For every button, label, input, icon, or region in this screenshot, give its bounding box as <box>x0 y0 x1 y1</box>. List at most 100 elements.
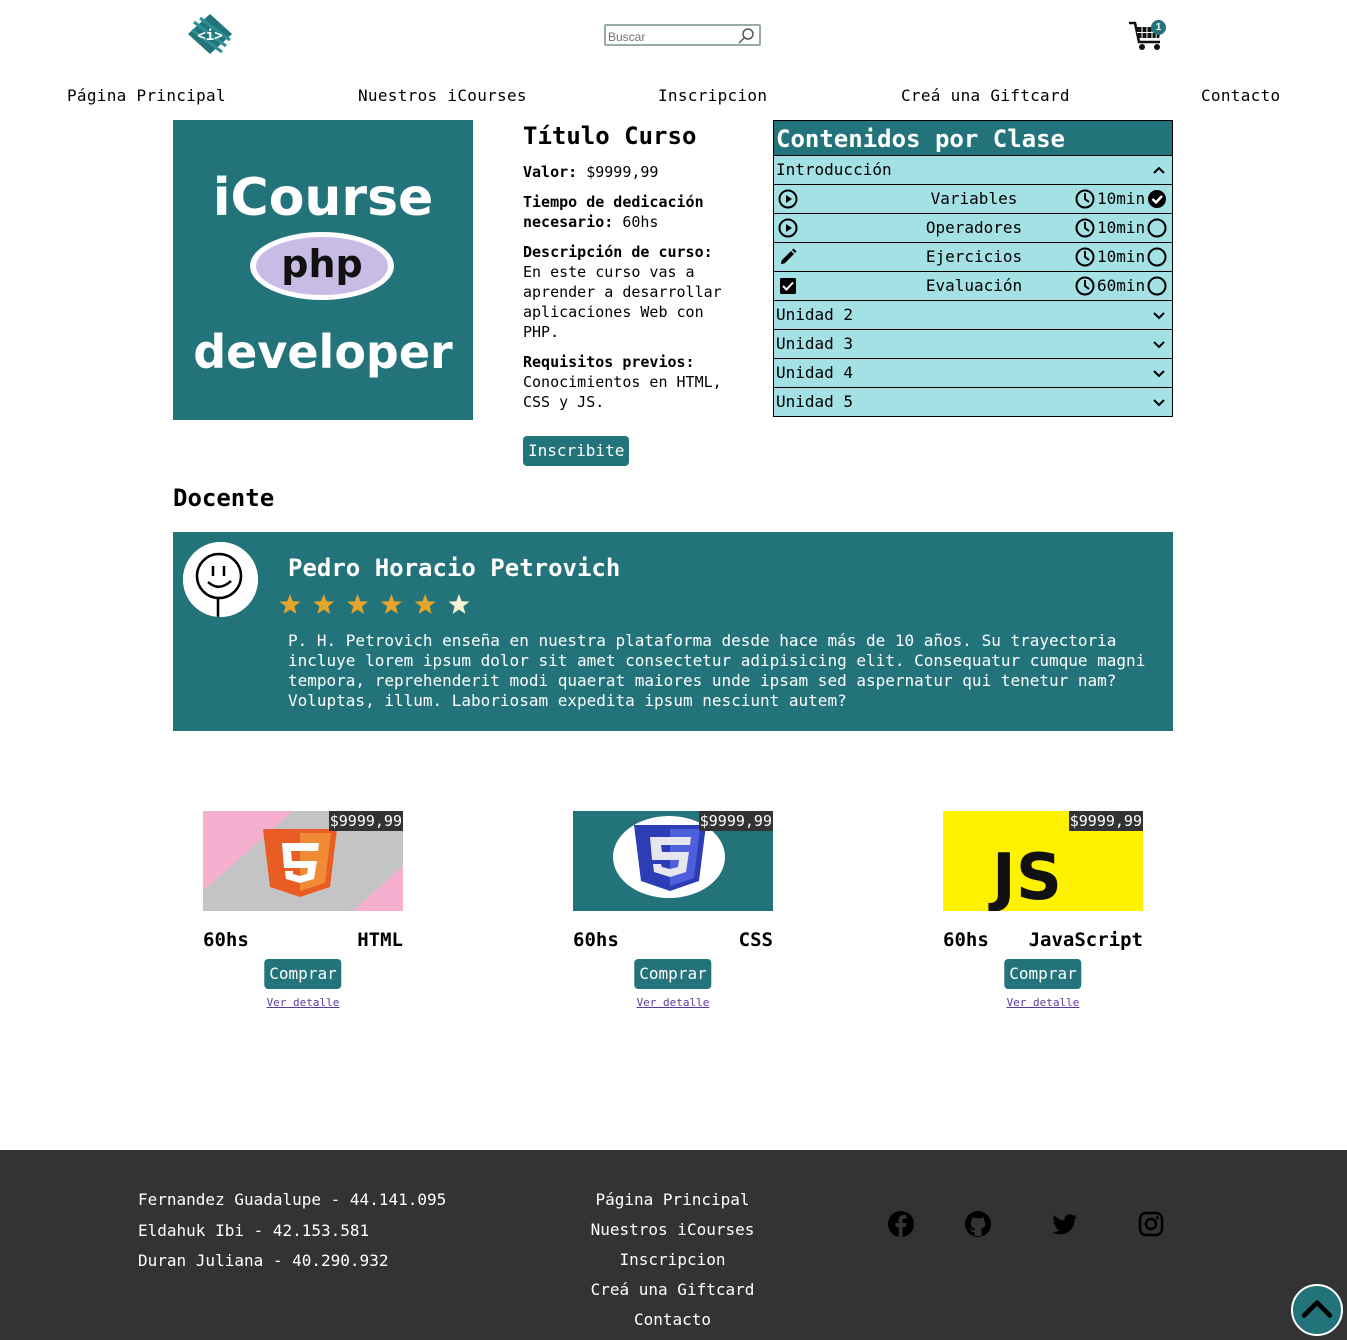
footer-nav-courses[interactable]: Nuestros iCourses <box>540 1220 805 1239</box>
js-logo-text: JS <box>988 841 1062 911</box>
contents-accordion: Contenidos por Clase Introducción Variab… <box>773 120 1173 417</box>
footer-nav-contact[interactable]: Contacto <box>540 1310 805 1329</box>
view-detail-link[interactable]: Ver detalle <box>203 996 403 1009</box>
product-hours: 60hs <box>203 929 249 951</box>
chevron-down-icon <box>1153 399 1165 407</box>
buy-button[interactable]: Comprar <box>1004 959 1082 989</box>
star-empty-icon <box>448 594 470 614</box>
facebook-icon[interactable] <box>887 1210 915 1238</box>
lesson-row[interactable]: Evaluación 60min <box>774 271 1172 300</box>
lesson-name: Evaluación <box>925 276 1023 295</box>
product-hours: 60hs <box>943 929 989 951</box>
unit-label: Unidad 3 <box>776 334 854 353</box>
course-image-php: php <box>281 242 362 286</box>
nav-courses[interactable]: Nuestros iCourses <box>358 86 527 105</box>
contents-title: Contenidos por Clase <box>774 121 1172 155</box>
empty-circle-icon[interactable] <box>1147 247 1167 267</box>
lesson-row[interactable]: Ejercicios 10min <box>774 242 1172 271</box>
accordion-unit-2[interactable]: Unidad 2 <box>774 300 1172 329</box>
lesson-duration: 10min <box>1097 247 1146 266</box>
play-icon <box>778 189 798 209</box>
lesson-duration: 60min <box>1097 276 1146 295</box>
unit-label: Unidad 4 <box>776 363 854 382</box>
footer-nav-giftcard[interactable]: Creá una Giftcard <box>540 1280 805 1299</box>
product-image[interactable]: JS $9999,99 <box>943 811 1143 911</box>
clock-icon <box>1075 247 1095 267</box>
course-time: Tiempo de dedicación necesario: 60hs <box>523 193 704 231</box>
lesson-row[interactable]: Variables 10min <box>774 184 1172 213</box>
product-price: $9999,99 <box>328 811 403 831</box>
clock-icon <box>1075 276 1095 296</box>
lesson-duration: 10min <box>1097 218 1146 237</box>
product-card-js: JS $9999,99 60hs JavaScript Comprar Ver … <box>943 811 1143 1009</box>
twitter-icon[interactable] <box>1051 1210 1079 1238</box>
chevron-up-icon <box>1301 1300 1333 1318</box>
unit-label: Unidad 5 <box>776 392 854 411</box>
search-box[interactable] <box>604 24 761 46</box>
star-filled-icon <box>380 594 402 614</box>
accordion-intro-label: Introducción <box>776 160 892 179</box>
lesson-name: Ejercicios <box>925 247 1023 266</box>
nav-enroll[interactable]: Inscripcion <box>658 86 767 105</box>
star-filled-icon <box>347 594 369 614</box>
course-image-title: iCourse <box>213 168 434 228</box>
github-icon[interactable] <box>964 1210 992 1238</box>
star-filled-icon <box>414 594 436 614</box>
teacher-avatar <box>183 542 258 617</box>
footer-nav-enroll[interactable]: Inscripcion <box>540 1250 805 1269</box>
scroll-to-top-button[interactable] <box>1291 1284 1343 1336</box>
nav-giftcard[interactable]: Creá una Giftcard <box>901 86 1070 105</box>
product-hours: 60hs <box>573 929 619 951</box>
product-price: $9999,99 <box>1068 811 1143 831</box>
product-price: $9999,99 <box>698 811 773 831</box>
footer: Fernandez Guadalupe - 44.141.095 Eldahuk… <box>0 1150 1347 1340</box>
accordion-intro[interactable]: Introducción <box>774 155 1172 184</box>
empty-circle-icon[interactable] <box>1147 218 1167 238</box>
product-language: HTML <box>357 929 403 951</box>
teacher-section-title: Docente <box>173 484 275 512</box>
course-image: iCourse php developer <box>173 120 473 420</box>
accordion-unit-4[interactable]: Unidad 4 <box>774 358 1172 387</box>
course-image-subtitle: developer <box>193 325 453 379</box>
enroll-button[interactable]: Inscribite <box>523 436 630 466</box>
view-detail-link[interactable]: Ver detalle <box>943 996 1143 1009</box>
check-circle-icon[interactable] <box>1147 189 1167 209</box>
product-card-html: $9999,99 60hs HTML Comprar Ver detalle <box>203 811 403 1009</box>
buy-button[interactable]: Comprar <box>264 959 342 989</box>
footer-nav-home[interactable]: Página Principal <box>540 1190 805 1209</box>
logo[interactable]: <i> <box>186 12 234 56</box>
nav-home[interactable]: Página Principal <box>67 86 226 105</box>
clock-icon <box>1075 189 1095 209</box>
nav-contact[interactable]: Contacto <box>1201 86 1280 105</box>
empty-circle-icon[interactable] <box>1147 276 1167 296</box>
search-input[interactable] <box>606 28 736 46</box>
clock-icon <box>1075 218 1095 238</box>
product-image[interactable]: $9999,99 <box>573 811 773 911</box>
lesson-row[interactable]: Operadores 10min <box>774 213 1172 242</box>
unit-label: Unidad 2 <box>776 305 854 324</box>
chevron-up-icon <box>1153 166 1165 174</box>
star-filled-icon <box>279 594 301 614</box>
search-icon[interactable] <box>737 27 755 45</box>
svg-text:<i>: <i> <box>197 28 222 44</box>
chevron-down-icon <box>1153 341 1165 349</box>
teacher-bio: P. H. Petrovich enseña en nuestra plataf… <box>288 631 1146 710</box>
lesson-duration: 10min <box>1097 189 1146 208</box>
product-language: JavaScript <box>1028 929 1143 951</box>
pencil-icon <box>781 248 797 264</box>
author-name: Duran Juliana - 40.290.932 <box>138 1251 389 1270</box>
star-filled-icon <box>313 594 335 614</box>
chevron-down-icon <box>1153 370 1165 378</box>
product-image[interactable]: $9999,99 <box>203 811 403 911</box>
accordion-unit-5[interactable]: Unidad 5 <box>774 387 1172 416</box>
play-icon <box>778 218 798 238</box>
course-description: Descripción de curso: En este curso vas … <box>523 243 722 341</box>
buy-button[interactable]: Comprar <box>634 959 712 989</box>
view-detail-link[interactable]: Ver detalle <box>573 996 773 1009</box>
teacher-rating <box>279 594 470 614</box>
author-name: Eldahuk Ibi - 42.153.581 <box>138 1221 370 1240</box>
course-info: Título Curso Valor: $9999,99 Tiempo de d… <box>523 122 723 422</box>
course-title: Título Curso <box>523 122 697 150</box>
instagram-icon[interactable] <box>1137 1210 1165 1238</box>
accordion-unit-3[interactable]: Unidad 3 <box>774 329 1172 358</box>
